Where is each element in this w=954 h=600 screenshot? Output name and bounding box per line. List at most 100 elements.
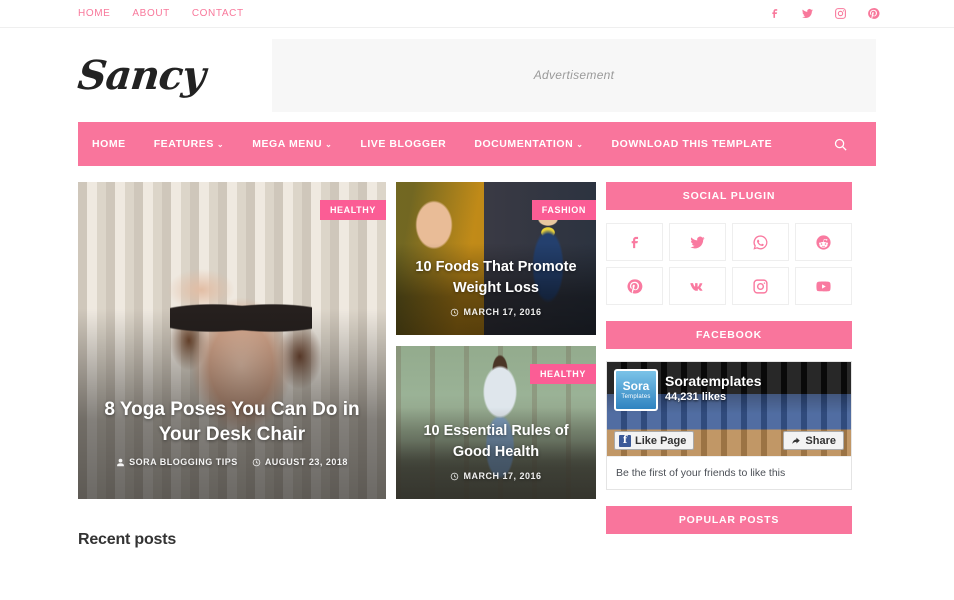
widget-facebook: FACEBOOK Sora Templates Soratemplates 44…	[606, 321, 852, 490]
facebook-page-name[interactable]: Soratemplates	[665, 373, 761, 389]
content-area: HEALTHY 8 Yoga Poses You Can Do in Your …	[0, 166, 954, 550]
whatsapp-icon	[753, 234, 768, 250]
social-link-reddit[interactable]	[795, 223, 852, 261]
chevron-down-icon: ⌄	[216, 140, 225, 149]
post-caption: 10 Foods That Promote Weight Loss MARCH …	[396, 257, 596, 317]
reddit-icon	[816, 234, 831, 250]
facebook-icon[interactable]	[767, 7, 781, 21]
nav-item-download-template[interactable]: DOWNLOAD THIS TEMPLATE	[598, 124, 787, 164]
avatar-line-1: Sora	[622, 379, 650, 393]
social-link-youtube[interactable]	[795, 267, 852, 305]
page-root: HOME ABOUT CONTACT Sancy Advertisement H…	[0, 0, 954, 600]
featured-post-small-2[interactable]: HEALTHY 10 Essential Rules of Good Healt…	[396, 346, 596, 499]
facebook-cover: Sora Templates Soratemplates 44,231 like…	[607, 362, 851, 456]
post-author: SORA BLOGGING TIPS	[116, 457, 238, 467]
post-title[interactable]: 10 Essential Rules of Good Health	[414, 421, 578, 462]
post-caption: 8 Yoga Poses You Can Do in Your Desk Cha…	[78, 397, 386, 467]
top-nav-item-about[interactable]: ABOUT	[132, 8, 169, 19]
pinterest-icon[interactable]	[866, 7, 880, 21]
post-date: MARCH 17, 2016	[450, 307, 541, 317]
search-icon	[834, 138, 847, 151]
facebook-friends-note: Be the first of your friends to like thi…	[607, 456, 851, 489]
facebook-like-page-button[interactable]: f Like Page	[614, 431, 695, 450]
pinterest-icon	[627, 278, 643, 294]
nav-label-features: FEATURES	[153, 138, 214, 150]
nav-label-documentation: DOCUMENTATION	[474, 138, 574, 150]
widget-title-social-plugin: SOCIAL PLUGIN	[606, 182, 852, 210]
nav-item-mega-menu[interactable]: MEGA MENU ⌄	[238, 124, 346, 164]
user-icon	[117, 458, 124, 466]
nav-item-features[interactable]: FEATURES ⌄	[140, 124, 238, 164]
category-badge[interactable]: HEALTHY	[319, 200, 386, 220]
share-label: Share	[805, 434, 836, 447]
sidebar: SOCIAL PLUGIN FACEBOOK Sora Templates So…	[606, 182, 852, 550]
widget-popular-posts: POPULAR POSTS	[606, 506, 852, 534]
featured-post-large[interactable]: HEALTHY 8 Yoga Poses You Can Do in Your …	[78, 182, 386, 499]
social-link-vk[interactable]	[669, 267, 726, 305]
featured-posts-small-stack: FASHION 10 Foods That Promote Weight Los…	[396, 182, 596, 499]
widget-title-facebook: FACEBOOK	[606, 321, 852, 349]
main-navigation: HOME FEATURES ⌄ MEGA MENU ⌄ LIVE BLOGGER D…	[78, 122, 876, 166]
social-link-pinterest[interactable]	[606, 267, 663, 305]
recent-posts-heading: Recent posts	[78, 531, 177, 548]
post-meta: SORA BLOGGING TIPS AUGUST 23, 2018	[96, 457, 368, 467]
facebook-like-count: 44,231 likes	[665, 391, 727, 403]
chevron-down-icon: ⌄	[576, 140, 584, 149]
share-arrow-icon	[792, 437, 801, 444]
post-title[interactable]: 8 Yoga Poses You Can Do in Your Desk Cha…	[96, 397, 368, 448]
post-meta: MARCH 17, 2016	[414, 307, 578, 317]
social-link-twitter[interactable]	[669, 223, 726, 261]
social-link-instagram[interactable]	[732, 267, 789, 305]
post-date: AUGUST 23, 2018	[252, 457, 348, 467]
twitter-icon	[690, 236, 705, 248]
facebook-icon	[631, 236, 639, 248]
facebook-share-button[interactable]: Share	[783, 431, 844, 450]
site-header: Sancy Advertisement	[0, 28, 954, 122]
clock-icon	[451, 472, 459, 480]
youtube-icon	[816, 281, 831, 291]
top-nav: HOME ABOUT CONTACT	[78, 8, 244, 19]
top-social-links	[767, 7, 880, 21]
top-nav-item-home[interactable]: HOME	[78, 8, 110, 19]
advertisement-banner: Advertisement	[272, 38, 876, 112]
chevron-down-icon: ⌄	[325, 140, 333, 149]
widget-title-popular-posts: POPULAR POSTS	[606, 506, 852, 534]
post-caption: 10 Essential Rules of Good Health MARCH …	[396, 421, 596, 481]
site-logo[interactable]: Sancy	[76, 52, 271, 99]
top-nav-item-contact[interactable]: CONTACT	[192, 8, 244, 19]
nav-label-live-blogger: LIVE BLOGGER	[360, 138, 447, 150]
social-icon-grid	[606, 223, 852, 305]
category-badge[interactable]: FASHION	[531, 200, 596, 220]
like-page-label: Like Page	[635, 434, 687, 447]
post-meta: MARCH 17, 2016	[414, 471, 578, 481]
twitter-icon[interactable]	[800, 7, 814, 21]
nav-label-home: HOME	[92, 138, 126, 150]
main-nav-list: HOME FEATURES ⌄ MEGA MENU ⌄ LIVE BLOGGER D…	[78, 124, 786, 164]
instagram-icon[interactable]	[833, 7, 847, 21]
social-link-facebook[interactable]	[606, 223, 663, 261]
facebook-page-avatar: Sora Templates	[614, 369, 658, 411]
post-title[interactable]: 10 Foods That Promote Weight Loss	[414, 257, 578, 298]
main-column: HEALTHY 8 Yoga Poses You Can Do in Your …	[78, 182, 596, 550]
featured-post-small-1[interactable]: FASHION 10 Foods That Promote Weight Los…	[396, 182, 596, 335]
widget-social-plugin: SOCIAL PLUGIN	[606, 182, 852, 305]
instagram-icon	[753, 278, 768, 294]
top-bar: HOME ABOUT CONTACT	[0, 0, 954, 28]
category-badge[interactable]: HEALTHY	[529, 364, 596, 384]
clock-icon	[451, 308, 459, 316]
vk-icon	[690, 282, 703, 291]
featured-posts: HEALTHY 8 Yoga Poses You Can Do in Your …	[78, 182, 596, 499]
nav-search-button[interactable]	[833, 137, 862, 152]
nav-item-documentation[interactable]: DOCUMENTATION ⌄	[460, 124, 597, 164]
post-date: MARCH 17, 2016	[450, 471, 541, 481]
nav-label-download-template: DOWNLOAD THIS TEMPLATE	[611, 138, 773, 150]
facebook-page-plugin: Sora Templates Soratemplates 44,231 like…	[606, 361, 852, 490]
nav-item-home[interactable]: HOME	[78, 124, 140, 164]
advertisement-label: Advertisement	[533, 68, 615, 82]
nav-item-live-blogger[interactable]: LIVE BLOGGER	[346, 124, 460, 164]
social-link-whatsapp[interactable]	[732, 223, 789, 261]
clock-icon	[252, 458, 261, 466]
nav-label-mega-menu: MEGA MENU	[252, 138, 323, 150]
facebook-f-icon: f	[619, 434, 631, 447]
avatar-line-2: Templates	[621, 394, 651, 400]
